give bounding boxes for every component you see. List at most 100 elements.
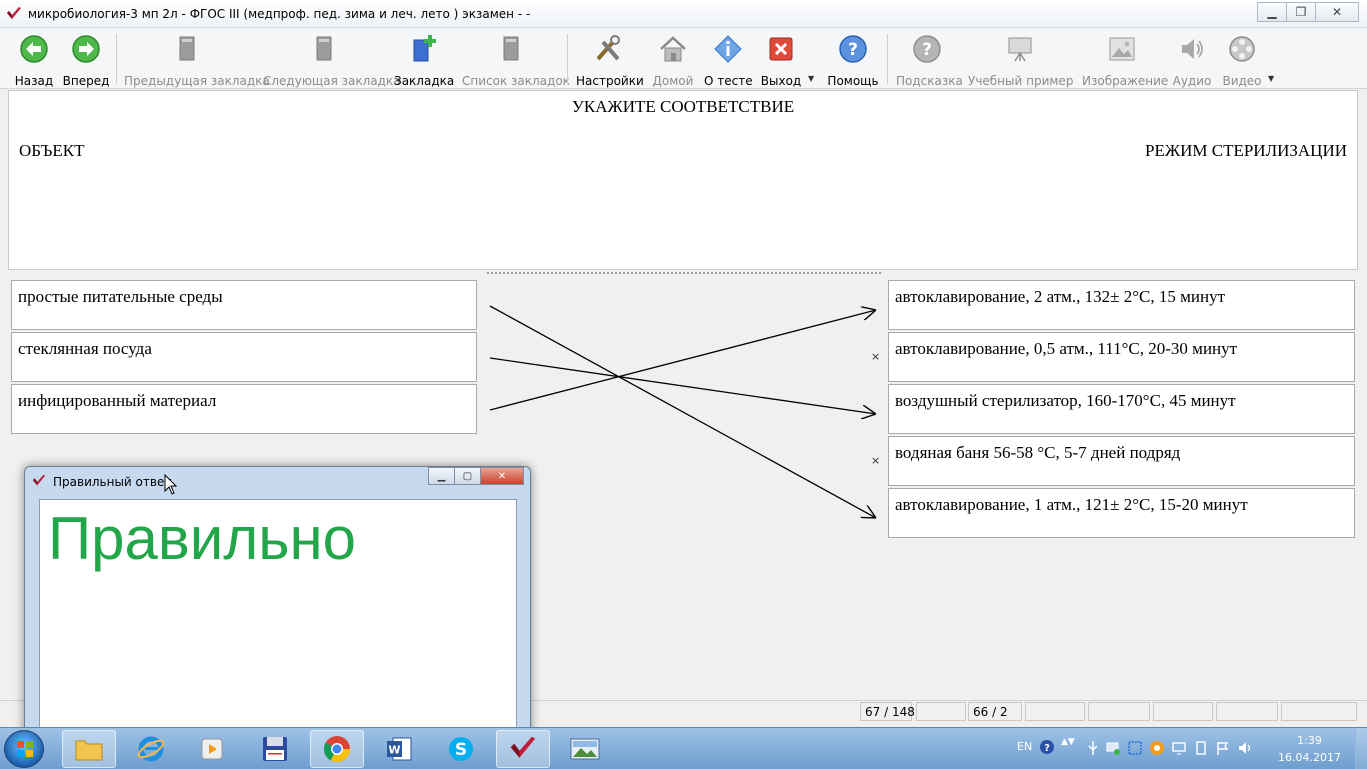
tools-icon: [596, 35, 620, 61]
taskbar-explorer[interactable]: [62, 730, 116, 768]
next-bookmark-button[interactable]: Следующая закладка: [263, 32, 401, 88]
film-reel-icon: [1229, 36, 1255, 62]
prev-bookmark-button[interactable]: Предыдущая закладка: [124, 32, 270, 88]
title-bar: микробиология-3 мп 2л - ФГОС III (медпро…: [0, 0, 1367, 28]
status-cell: [1216, 702, 1278, 721]
help-icon[interactable]: ?: [1039, 739, 1055, 755]
prev-bookmark-icon: [179, 36, 195, 61]
example-label: Учебный пример: [968, 74, 1074, 88]
prev-bookmark-label: Предыдущая закладка: [124, 74, 270, 88]
status-cell: [1153, 702, 1213, 721]
connection-arrow: [489, 310, 876, 411]
help-button[interactable]: ? Помощь: [826, 32, 880, 88]
help-label: Помощь: [827, 74, 879, 88]
svg-text:S: S: [455, 740, 467, 760]
taskbar-test-app[interactable]: [496, 730, 550, 768]
about-button[interactable]: О тесте: [704, 32, 753, 88]
clock[interactable]: 1:39 16.04.2017: [1278, 734, 1341, 764]
video-label: Видео: [1222, 74, 1262, 88]
panel-splitter-handle[interactable]: [486, 271, 882, 275]
taskbar-skype[interactable]: S: [434, 730, 488, 768]
tray-expand-icon[interactable]: ▲▼: [1061, 737, 1075, 747]
minimize-button[interactable]: ▁: [1257, 2, 1287, 22]
floppy-disk-icon: [263, 737, 287, 761]
image-icon: [1109, 37, 1135, 61]
close-button[interactable]: ✕: [1315, 2, 1359, 22]
app-logo-icon: [7, 7, 21, 19]
progress-counter: 67 / 148: [860, 702, 915, 721]
next-bookmark-label: Следующая закладка: [263, 74, 401, 88]
hint-label: Подсказка: [896, 74, 963, 88]
toolbar-separator: [116, 34, 117, 84]
svg-text:?: ?: [922, 40, 932, 60]
dialog-maximize-button[interactable]: ▢: [454, 467, 481, 485]
start-button[interactable]: [4, 730, 44, 768]
language-indicator[interactable]: EN: [1017, 740, 1032, 753]
connection-arrow: [489, 305, 876, 518]
volume-icon[interactable]: [1237, 740, 1253, 756]
bookmark-button[interactable]: Закладка: [394, 32, 455, 88]
video-dropdown-arrow-icon[interactable]: ▼: [1268, 74, 1274, 83]
dialog-minimize-button[interactable]: ▁: [428, 467, 455, 485]
photo-viewer-icon: [570, 738, 600, 760]
maximize-button[interactable]: ❐: [1286, 2, 1316, 22]
speaker-icon: [1182, 39, 1203, 59]
exit-dropdown-arrow-icon[interactable]: ▼: [808, 74, 814, 83]
image-button[interactable]: Изображение: [1082, 32, 1168, 88]
result-text: Правильно: [48, 505, 357, 572]
hint-button[interactable]: ? Подсказка: [896, 32, 963, 88]
back-label: Назад: [14, 74, 54, 88]
audio-button[interactable]: Аудио: [1172, 32, 1212, 88]
chrome-icon: [323, 736, 351, 763]
usb-icon[interactable]: [1085, 740, 1101, 756]
folder-icon: [75, 740, 103, 761]
hint-icon: ?: [913, 35, 941, 63]
status-cell: [1088, 702, 1150, 721]
internet-explorer-icon: [137, 736, 165, 762]
help-icon: ?: [839, 35, 867, 63]
home-button[interactable]: Домой: [650, 32, 696, 88]
status-cell: [1025, 702, 1085, 721]
forward-button[interactable]: Вперед: [62, 32, 110, 88]
dialog-close-button[interactable]: ✕: [480, 467, 524, 485]
settings-button[interactable]: Настройки: [576, 32, 644, 88]
exit-button[interactable]: Выход: [760, 32, 802, 88]
taskbar: W S EN ? ▲▼ 1:39 16.04.2017: [0, 727, 1367, 769]
svg-text:?: ?: [848, 40, 858, 60]
taskbar-chrome[interactable]: [310, 730, 364, 768]
bookmark-label: Закладка: [394, 74, 455, 88]
skype-icon: S: [449, 737, 473, 761]
dialog-body: Правильно: [39, 499, 517, 735]
taskbar-save-app[interactable]: [248, 730, 302, 768]
display-icon[interactable]: [1171, 740, 1187, 756]
network-icon[interactable]: [1105, 740, 1121, 756]
question-panel: УКАЖИТЕ СООТВЕТСТВИЕ ОБЪЕКТ РЕЖИМ СТЕРИЛ…: [8, 90, 1358, 270]
exit-icon: [769, 37, 793, 61]
status-cell: [1281, 702, 1357, 721]
taskbar-media[interactable]: [186, 730, 240, 768]
avast-icon[interactable]: [1149, 740, 1165, 756]
screenshot-tool-icon[interactable]: [1127, 740, 1143, 756]
right-column-header: РЕЖИМ СТЕРИЛИЗАЦИИ: [1145, 141, 1347, 160]
taskbar-photo-viewer[interactable]: [558, 730, 612, 768]
window-title: микробиология-3 мп 2л - ФГОС III (медпро…: [28, 7, 531, 21]
example-button[interactable]: Учебный пример: [968, 32, 1074, 88]
back-arrow-icon: [20, 35, 48, 63]
bookmark-list-button[interactable]: Список закладок: [462, 32, 570, 88]
bookmark-list-label: Список закладок: [462, 74, 570, 88]
show-desktop-button[interactable]: [1355, 728, 1367, 769]
toolbar: Назад Вперед Предыдущая закладка Следующ…: [0, 28, 1367, 89]
video-button[interactable]: Видео: [1222, 32, 1262, 88]
device-icon[interactable]: [1193, 740, 1209, 756]
svg-text:?: ?: [1044, 743, 1050, 754]
clock-time: 1:39: [1297, 734, 1322, 747]
next-bookmark-icon: [316, 36, 332, 61]
action-center-flag-icon[interactable]: [1215, 740, 1231, 756]
taskbar-ie[interactable]: [124, 730, 178, 768]
score-counter: 66 / 2: [968, 702, 1022, 721]
bookmark-list-icon: [503, 36, 519, 61]
forward-label: Вперед: [62, 74, 110, 88]
dialog-title: Правильный ответ: [53, 475, 172, 489]
taskbar-word[interactable]: W: [372, 730, 426, 768]
back-button[interactable]: Назад: [12, 32, 56, 88]
